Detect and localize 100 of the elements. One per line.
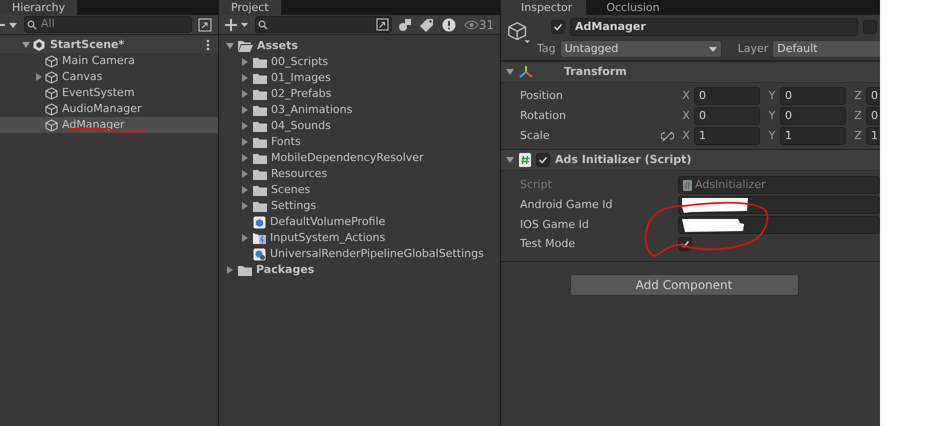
number-field[interactable]: 0 bbox=[866, 107, 880, 125]
project-item[interactable]: 01_Images bbox=[219, 70, 500, 86]
number-field[interactable]: 0 bbox=[694, 107, 760, 125]
window-icon bbox=[198, 18, 212, 32]
text-field[interactable] bbox=[678, 216, 880, 234]
expanded-arrow-icon[interactable] bbox=[506, 156, 514, 164]
tag-dropdown[interactable]: Untagged bbox=[560, 40, 722, 58]
check-icon bbox=[552, 21, 564, 33]
collapsed-arrow-icon[interactable] bbox=[241, 202, 249, 210]
collapsed-arrow-icon[interactable] bbox=[241, 138, 249, 146]
active-checkbox[interactable] bbox=[551, 20, 565, 34]
collapsed-arrow-icon[interactable] bbox=[241, 90, 249, 98]
property-label: Android Game Id bbox=[520, 196, 612, 213]
redaction-mark bbox=[679, 197, 749, 213]
property-label: Scale bbox=[520, 128, 550, 144]
script-icon bbox=[519, 153, 531, 167]
collapsed-arrow-icon[interactable] bbox=[226, 266, 234, 274]
folder-icon bbox=[253, 72, 267, 84]
collapsed-arrow-icon[interactable] bbox=[241, 58, 249, 66]
axis-label: Y bbox=[768, 88, 776, 104]
property-label: Script bbox=[520, 176, 552, 193]
transform-gizmo-icon bbox=[519, 65, 533, 79]
axis-label: X bbox=[681, 108, 691, 124]
number-field[interactable]: 0 bbox=[866, 87, 880, 105]
volume-profile-icon bbox=[253, 216, 266, 228]
axis-label: Y bbox=[768, 108, 776, 124]
project-item[interactable]: 03_Animations bbox=[219, 102, 500, 118]
expanded-arrow-icon[interactable] bbox=[226, 42, 234, 50]
add-component-button[interactable]: Add Component bbox=[570, 274, 798, 296]
project-item[interactable]: UniversalRenderPipelineGlobalSettings bbox=[219, 246, 500, 262]
window-icon[interactable] bbox=[376, 18, 389, 31]
project-item[interactable]: 00_Scripts bbox=[219, 54, 500, 70]
search-icon bbox=[258, 20, 269, 30]
hierarchy-item[interactable]: Main Camera bbox=[0, 53, 218, 69]
number-field[interactable]: 0 bbox=[780, 107, 846, 125]
search-field[interactable] bbox=[255, 16, 392, 33]
project-item[interactable]: Fonts bbox=[219, 134, 500, 150]
collapsed-arrow-icon[interactable] bbox=[241, 122, 249, 130]
more-options-icon[interactable] bbox=[206, 39, 210, 51]
axis-label: X bbox=[681, 88, 691, 104]
folder-icon bbox=[253, 136, 267, 148]
hierarchy-item[interactable]: EventSystem bbox=[0, 85, 218, 101]
project-item[interactable]: InputSystem_Actions bbox=[219, 230, 500, 246]
scene-view-button[interactable] bbox=[196, 16, 214, 34]
input-actions-icon bbox=[253, 232, 266, 244]
collapsed-arrow-icon[interactable] bbox=[241, 186, 249, 194]
layer-label: Layer bbox=[738, 40, 768, 57]
project-item[interactable]: MobileDependencyResolver bbox=[219, 150, 500, 166]
number-field[interactable]: 0 bbox=[780, 87, 846, 105]
folder-icon bbox=[253, 184, 267, 196]
hierarchy-item[interactable]: AdManager bbox=[0, 117, 218, 133]
gameobject-icon[interactable] bbox=[507, 20, 531, 46]
property-label: Rotation bbox=[520, 108, 566, 124]
cube-icon bbox=[45, 70, 58, 84]
project-item[interactable]: Assets bbox=[219, 38, 500, 54]
number-field[interactable]: 1 bbox=[694, 127, 760, 145]
collapsed-arrow-icon[interactable] bbox=[241, 154, 249, 162]
unlinked-chain-icon[interactable] bbox=[661, 130, 674, 142]
cube-icon bbox=[45, 54, 58, 68]
folder-icon bbox=[253, 168, 267, 180]
folder-icon bbox=[253, 56, 267, 68]
inspector-tab[interactable]: Occlusion bbox=[586, 0, 674, 15]
name-field[interactable]: AdManager bbox=[570, 18, 858, 36]
collapsed-arrow-icon[interactable] bbox=[241, 106, 249, 114]
number-field[interactable]: 0 bbox=[694, 87, 760, 105]
cube-icon bbox=[45, 118, 58, 132]
folder-icon bbox=[253, 152, 267, 164]
text-field[interactable] bbox=[678, 196, 880, 214]
check-icon bbox=[537, 154, 549, 166]
caret-icon bbox=[708, 46, 717, 52]
project-tab[interactable]: Project bbox=[219, 0, 281, 15]
project-item[interactable]: 02_Prefabs bbox=[219, 86, 500, 102]
script-icon bbox=[683, 180, 692, 190]
collapsed-arrow-icon[interactable] bbox=[35, 73, 43, 81]
layer-dropdown[interactable]: Default bbox=[772, 40, 880, 58]
hierarchy-item[interactable]: Canvas bbox=[0, 69, 218, 85]
hierarchy-item[interactable]: AudioManager bbox=[0, 101, 218, 117]
cube-icon bbox=[45, 102, 58, 116]
hierarchy-tab[interactable]: Hierarchy bbox=[0, 0, 78, 15]
project-item[interactable]: 04_Sounds bbox=[219, 118, 500, 134]
folder-icon bbox=[253, 88, 267, 100]
project-item[interactable]: Packages bbox=[219, 262, 500, 278]
inspector-tab[interactable]: Inspector bbox=[501, 0, 586, 15]
expanded-arrow-icon[interactable] bbox=[506, 68, 514, 76]
number-field[interactable]: 1 bbox=[866, 127, 880, 145]
axis-label: Z bbox=[853, 88, 863, 104]
expanded-arrow-icon[interactable] bbox=[22, 41, 30, 49]
project-item[interactable]: DefaultVolumeProfile bbox=[219, 214, 500, 230]
project-item[interactable]: Resources bbox=[219, 166, 500, 182]
collapsed-arrow-icon[interactable] bbox=[241, 74, 249, 82]
project-item[interactable]: Settings bbox=[219, 198, 500, 214]
scene-name: StartScene* bbox=[50, 36, 124, 53]
number-field[interactable]: 1 bbox=[780, 127, 846, 145]
collapsed-arrow-icon[interactable] bbox=[241, 234, 249, 242]
folder-icon bbox=[253, 104, 267, 116]
enabled-checkbox[interactable] bbox=[536, 153, 550, 167]
eye-icon bbox=[464, 20, 479, 30]
component-title: Ads Initializer (Script) bbox=[555, 152, 692, 168]
project-item[interactable]: Scenes bbox=[219, 182, 500, 198]
collapsed-arrow-icon[interactable] bbox=[241, 170, 249, 178]
